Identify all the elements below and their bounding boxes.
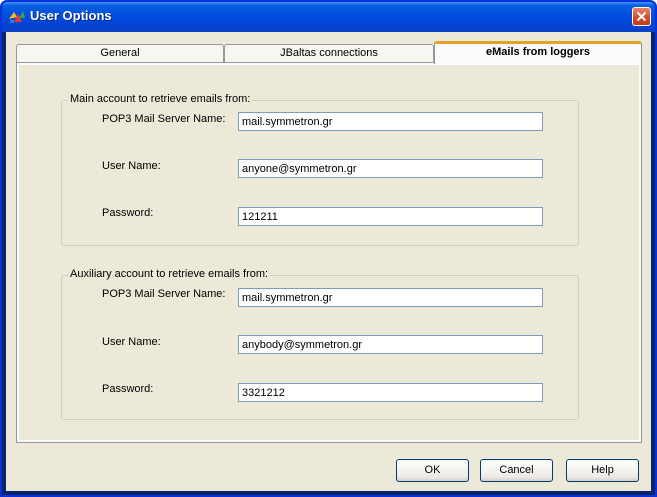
aux-account-legend: Auxiliary account to retrieve emails fro… (68, 268, 271, 280)
window-title: User Options (30, 8, 112, 23)
tab-panel-body: Main account to retrieve emails from: PO… (19, 65, 639, 440)
user-options-window: User Options General JBaltas connections… (0, 0, 657, 497)
title-bar[interactable]: User Options (2, 2, 655, 32)
aux-password-label: Password: (102, 383, 154, 395)
main-server-label: POP3 Mail Server Name: (102, 113, 226, 125)
tab-emails-from-loggers[interactable]: eMails from loggers (434, 41, 642, 64)
cancel-button[interactable]: Cancel (480, 459, 553, 482)
main-password-input[interactable] (238, 207, 543, 226)
main-account-group: Main account to retrieve emails from: PO… (61, 93, 579, 246)
tab-panel: Main account to retrieve emails from: PO… (16, 62, 642, 443)
main-password-label: Password: (102, 207, 154, 219)
aux-server-label: POP3 Mail Server Name: (102, 288, 226, 300)
tab-jbaltas-connections[interactable]: JBaltas connections (224, 44, 434, 62)
main-server-input[interactable] (238, 112, 543, 131)
aux-password-input[interactable] (238, 383, 543, 402)
main-account-legend: Main account to retrieve emails from: (68, 93, 253, 105)
main-user-input[interactable] (238, 159, 543, 178)
close-button[interactable] (632, 7, 651, 26)
help-button[interactable]: Help (566, 459, 639, 482)
close-icon (636, 11, 647, 22)
app-icon (9, 11, 25, 23)
tab-general[interactable]: General (16, 44, 224, 62)
aux-user-label: User Name: (102, 336, 161, 348)
aux-server-input[interactable] (238, 288, 543, 307)
aux-user-input[interactable] (238, 335, 543, 354)
dialog-client-area: General JBaltas connections eMails from … (6, 32, 651, 491)
main-user-label: User Name: (102, 160, 161, 172)
ok-button[interactable]: OK (396, 459, 469, 482)
tab-strip: General JBaltas connections eMails from … (16, 41, 642, 64)
aux-account-group: Auxiliary account to retrieve emails fro… (61, 268, 579, 420)
